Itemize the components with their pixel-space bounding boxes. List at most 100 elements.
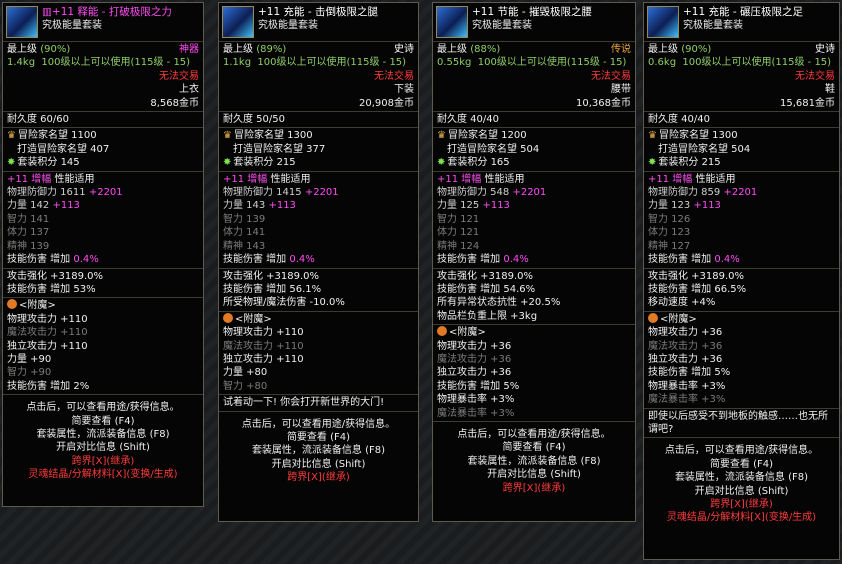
stat-line: 力量 123 +113 — [648, 200, 721, 212]
enchant-line: 物理攻击力 +110 — [223, 327, 304, 339]
weight: 1.1kg — [223, 57, 252, 69]
amplify-label: +11 增幅 — [7, 173, 52, 185]
set-point-icon: ✸ — [648, 157, 657, 169]
help-line: 开启对比信息 (Shift) — [487, 469, 581, 481]
enchant-line: 智力 +90 — [7, 367, 52, 379]
enchant-label: <附魔> — [449, 327, 486, 339]
help-line: 套装属性，流派装备信息 (F8) — [467, 455, 601, 467]
help-line: 简要查看 (F4) — [709, 458, 774, 470]
help-line: 开启对比信息 (Shift) — [56, 442, 150, 454]
sell-price: 20,908金币 — [359, 97, 414, 109]
tooltip-shoes: +11 充能 - 碾压极限之足 究极能量套装 最上级 (90%) 史诗 0.6kg… — [643, 2, 840, 560]
sell-price: 8,568金币 — [150, 97, 199, 109]
enchant-section: <附魔> 物理攻击力 +110 魔法攻击力 +110 独立攻击力 +110 力量 +80… — [219, 312, 418, 396]
extra-stat-line: 所受物理/魔法伤害 -10.0% — [223, 297, 345, 309]
skill-damage-value: 0.4% — [289, 254, 315, 266]
level-requirement: 100级以上可以使用(115级 - 15) — [257, 57, 407, 69]
fame-section: ♛ 冒险家名望 1300 打造冒险家名望 377 ✸ 套装积分 215 — [219, 128, 418, 172]
durability: 耐久度 60/60 — [7, 114, 69, 126]
enchant-line: 独立攻击力 +110 — [223, 353, 304, 365]
amplify-tail: 性能适用 — [484, 173, 525, 185]
grade: 最上级 — [7, 44, 37, 55]
enchant-line: 魔法攻击力 +110 — [223, 340, 304, 352]
flavor-section: 即使以后感受不到地板的触感……也无所谓吧? — [644, 409, 839, 439]
item-header: +11 充能 - 碾压极限之足 究极能量套装 — [644, 3, 839, 42]
action-line[interactable]: 跨界[X](继承) — [7, 455, 199, 468]
action-line[interactable]: 跨界[X](继承) — [223, 471, 414, 484]
set-point-icon: ✸ — [223, 157, 232, 169]
extra-stat-line: 攻击强化 +3189.0% — [7, 270, 104, 282]
extra-stat-line: 技能伤害 增加 56.1% — [223, 283, 322, 295]
enchant-orb-icon — [437, 326, 447, 337]
action-line[interactable]: 跨界[X](继承) — [648, 498, 835, 511]
grade-percent: (88%) — [470, 44, 501, 55]
enchant-line: 力量 +80 — [223, 367, 268, 379]
set-points: 套装积分 145 — [17, 157, 80, 169]
amplify-label: +11 增幅 — [648, 173, 693, 185]
enchant-line: 独立攻击力 +36 — [437, 367, 512, 379]
stat-line: 物理防御力 548 +2201 — [437, 187, 547, 199]
durability: 耐久度 50/50 — [223, 114, 285, 126]
stat-line: 体力 123 — [648, 227, 691, 239]
help-line: 套装属性，流派装备信息 (F8) — [674, 472, 809, 484]
fame-section: ♛ 冒险家名望 1100 打造冒险家名望 407 ✸ 套装积分 145 — [3, 128, 203, 172]
adventurer-fame: 冒险家名望 1100 — [17, 130, 97, 142]
action-line[interactable]: 跨界[X](继承) — [437, 482, 631, 495]
help-section: 点击后，可以查看用途/获得信息。 简要查看 (F4) 套装属性，流派装备信息 (F8… — [644, 438, 839, 525]
grade-percent: (89%) — [256, 44, 287, 55]
adventurer-fame: 冒险家名望 1300 — [233, 130, 313, 142]
set-points: 套装积分 215 — [233, 157, 296, 169]
item-set-name: 究极能量套装 — [472, 20, 532, 32]
amplify-label: +11 增幅 — [437, 173, 482, 185]
skill-damage-label: 技能伤害 增加 — [648, 254, 712, 266]
amplify-tail: 性能适用 — [695, 173, 736, 185]
stats-section: +11 增幅 性能适用 物理防御力 548 +2201 力量 125 +113 智力 … — [433, 172, 635, 269]
rarity: 传说 — [611, 44, 631, 55]
grade-percent: (90%) — [40, 44, 71, 55]
tooltip-bottom-armor: +11 充能 - 击倒极限之腿 究极能量套装 最上级 (89%) 史诗 1.1kg… — [218, 2, 419, 522]
slot-type: 腰带 — [611, 84, 631, 96]
tooltip-belt: +11 节能 - 摧毁极限之腰 究极能量套装 最上级 (88%) 传说 0.55k… — [432, 2, 636, 522]
item-header: +11 充能 - 击倒极限之腿 究极能量套装 — [219, 3, 418, 42]
extra-stats-section: 攻击强化 +3189.0% 技能伤害 增加 56.1% 所受物理/魔法伤害 -10.… — [219, 269, 418, 312]
durability: 耐久度 40/40 — [648, 114, 710, 126]
grade: 最上级 — [648, 44, 678, 55]
enchant-line: 魔法攻击力 +110 — [7, 327, 88, 339]
item-set-name: 究极能量套装 — [42, 20, 102, 32]
amplify-label: +11 增幅 — [223, 173, 268, 185]
stat-line: 体力 137 — [7, 227, 50, 239]
grade: 最上级 — [223, 44, 253, 55]
flavor-text: 即使以后感受不到地板的触感……也无所谓吧? — [648, 410, 828, 435]
durability-section: 耐久度 40/40 — [433, 112, 635, 129]
grade: 最上级 — [437, 44, 467, 55]
extra-stat-line: 技能伤害 增加 54.6% — [437, 283, 536, 295]
enchant-line: 物理攻击力 +110 — [7, 313, 88, 325]
skill-damage-label: 技能伤害 增加 — [7, 254, 71, 266]
help-line: 开启对比信息 (Shift) — [271, 458, 366, 470]
item-icon[interactable] — [436, 6, 468, 38]
skill-damage-value: 0.4% — [503, 254, 529, 266]
item-icon[interactable] — [222, 6, 254, 38]
amplify-tail: 性能适用 — [270, 173, 311, 185]
extra-stat-line: 技能伤害 增加 66.5% — [648, 283, 747, 295]
item-icon[interactable] — [6, 6, 38, 38]
item-basic-info: 最上级 (88%) 传说 0.55kg 100级以上可以使用(115级 - 15)… — [433, 42, 635, 113]
grid-icon: ▥ — [42, 6, 52, 18]
action-line[interactable]: 灵魂结晶/分解材料[X](变换/生成) — [7, 468, 199, 481]
enchant-label: <附魔> — [19, 300, 56, 312]
weight: 0.6kg — [648, 57, 677, 69]
set-points: 套装积分 165 — [447, 157, 510, 169]
item-icon[interactable] — [647, 6, 679, 38]
stat-line: 智力 139 — [223, 213, 266, 225]
enchant-section: <附魔> 物理攻击力 +110 魔法攻击力 +110 独立攻击力 +110 力量 +90… — [3, 298, 203, 396]
sell-price: 10,368金币 — [576, 97, 631, 109]
item-set-name: 究极能量套装 — [258, 20, 318, 32]
fame-icon: ♛ — [437, 130, 446, 142]
action-line[interactable]: 灵魂结晶/分解材料[X](变换/生成) — [648, 511, 835, 524]
stat-line: 物理防御力 1611 +2201 — [7, 187, 123, 199]
crafted-fame: 打造冒险家名望 504 — [658, 143, 751, 155]
help-section: 点击后，可以查看用途/获得信息。 简要查看 (F4) 套装属性，流派装备信息 (F8… — [433, 422, 635, 496]
fame-section: ♛ 冒险家名望 1300 打造冒险家名望 504 ✸ 套装积分 215 — [644, 128, 839, 172]
enchant-line: 魔法攻击力 +36 — [648, 340, 723, 352]
help-line: 点击后，可以查看用途/获得信息。 — [457, 428, 611, 440]
